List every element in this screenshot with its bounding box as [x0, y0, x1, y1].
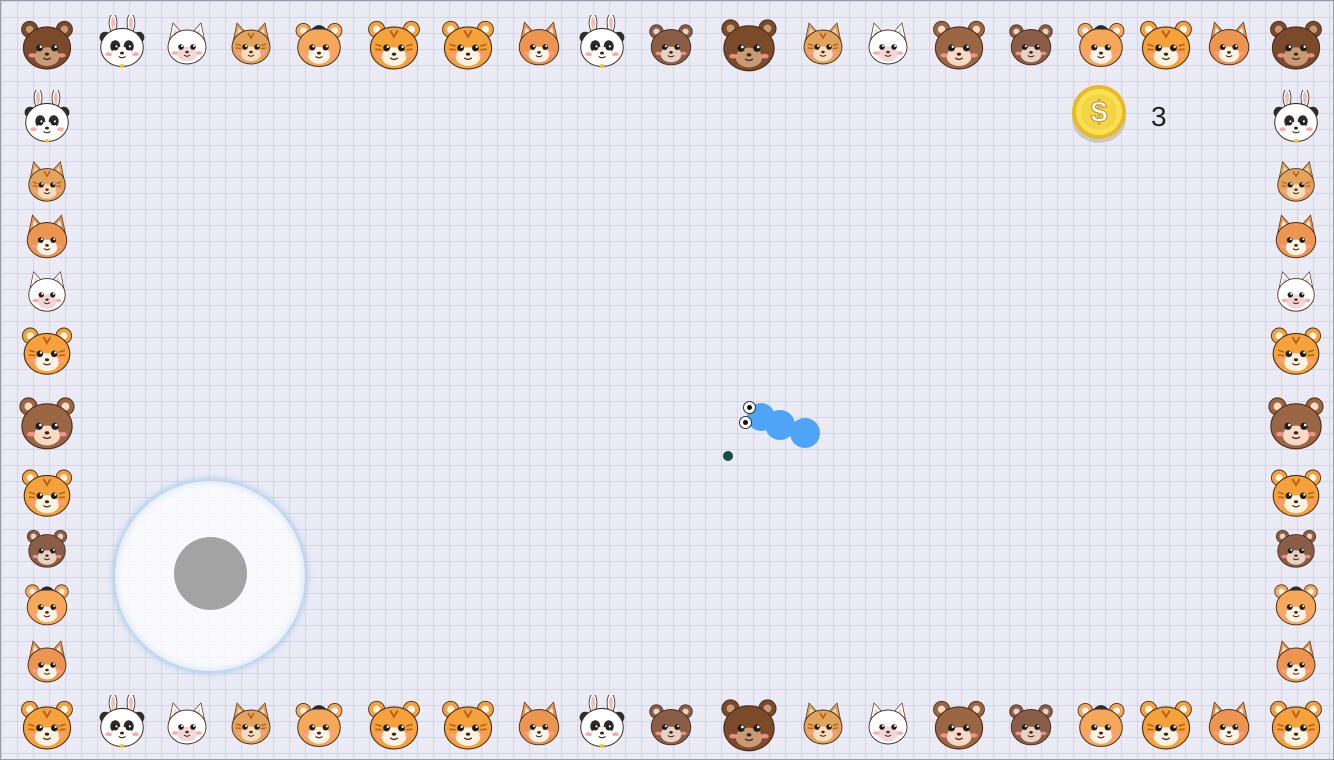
- tiger-face-icon: [1265, 692, 1327, 754]
- white-cat-face-icon: [863, 18, 913, 68]
- fox-face-icon: [513, 17, 565, 69]
- coin-count: 3: [1151, 101, 1167, 132]
- otter-face-icon: [645, 17, 697, 69]
- hamster-face-icon: [21, 577, 73, 629]
- hamster-face-icon: [291, 695, 347, 751]
- bear-face-icon: [716, 10, 782, 76]
- panda-bunny-face-icon: [94, 13, 150, 71]
- panda-bunny-face-icon: [94, 693, 150, 751]
- tiger-face-icon: [437, 692, 499, 754]
- otter-face-icon: [1272, 523, 1320, 571]
- brown-bear-face-icon: [928, 12, 990, 74]
- white-cat-face-icon: [23, 267, 71, 315]
- snake-eye-top: [743, 401, 756, 414]
- bear-face-icon: [16, 12, 78, 74]
- snake-eye-bottom: [739, 416, 752, 429]
- panda-bunny-face-icon: [19, 88, 75, 146]
- game-board[interactable]: $ 3: [0, 0, 1334, 760]
- otter-face-icon: [23, 523, 71, 571]
- tabby-cat-face-icon: [23, 157, 71, 205]
- fox-face-icon: [513, 697, 565, 749]
- panda-bunny-face-icon: [1268, 88, 1324, 146]
- coin-symbol: $: [1091, 96, 1108, 129]
- fox-face-icon: [22, 636, 72, 686]
- tabby-cat-face-icon: [226, 18, 276, 68]
- bear-face-icon: [1265, 12, 1327, 74]
- tiger-face-icon: [1135, 12, 1197, 74]
- white-cat-face-icon: [162, 698, 212, 748]
- tiger-face-icon: [1266, 319, 1326, 379]
- hamster-face-icon: [1073, 15, 1129, 71]
- brown-bear-face-icon: [1263, 388, 1329, 454]
- tiger-face-icon: [17, 461, 77, 521]
- tiger-face-icon: [437, 12, 499, 74]
- joystick-knob[interactable]: [174, 537, 247, 610]
- fox-face-icon: [1271, 636, 1321, 686]
- panda-bunny-face-icon: [574, 693, 630, 751]
- tiger-face-icon: [363, 692, 425, 754]
- brown-bear-face-icon: [14, 388, 80, 454]
- tiger-face-icon: [363, 12, 425, 74]
- hamster-face-icon: [1270, 577, 1322, 629]
- tiger-face-icon: [17, 319, 77, 379]
- tabby-cat-face-icon: [1272, 157, 1320, 205]
- white-cat-face-icon: [1272, 267, 1320, 315]
- white-cat-face-icon: [863, 698, 913, 748]
- hamster-face-icon: [291, 15, 347, 71]
- panda-bunny-face-icon: [574, 13, 630, 71]
- coin-counter: $ 3: [1071, 81, 1181, 145]
- bear-face-icon: [716, 690, 782, 756]
- dollar-coin-icon: $: [1072, 85, 1126, 143]
- tiger-face-icon: [1266, 461, 1326, 521]
- fox-face-icon: [1203, 697, 1255, 749]
- tabby-cat-face-icon: [798, 18, 848, 68]
- fox-face-icon: [21, 210, 73, 262]
- brown-bear-face-icon: [928, 692, 990, 754]
- otter-face-icon: [1005, 697, 1057, 749]
- white-cat-face-icon: [162, 18, 212, 68]
- otter-face-icon: [645, 697, 697, 749]
- tabby-cat-face-icon: [798, 698, 848, 748]
- fox-face-icon: [1203, 17, 1255, 69]
- otter-face-icon: [1005, 17, 1057, 69]
- tabby-cat-face-icon: [226, 698, 276, 748]
- fox-face-icon: [1270, 210, 1322, 262]
- tiger-face-icon: [16, 692, 78, 754]
- hamster-face-icon: [1073, 695, 1129, 751]
- tiger-face-icon: [1135, 692, 1197, 754]
- food-pellet: [723, 451, 733, 461]
